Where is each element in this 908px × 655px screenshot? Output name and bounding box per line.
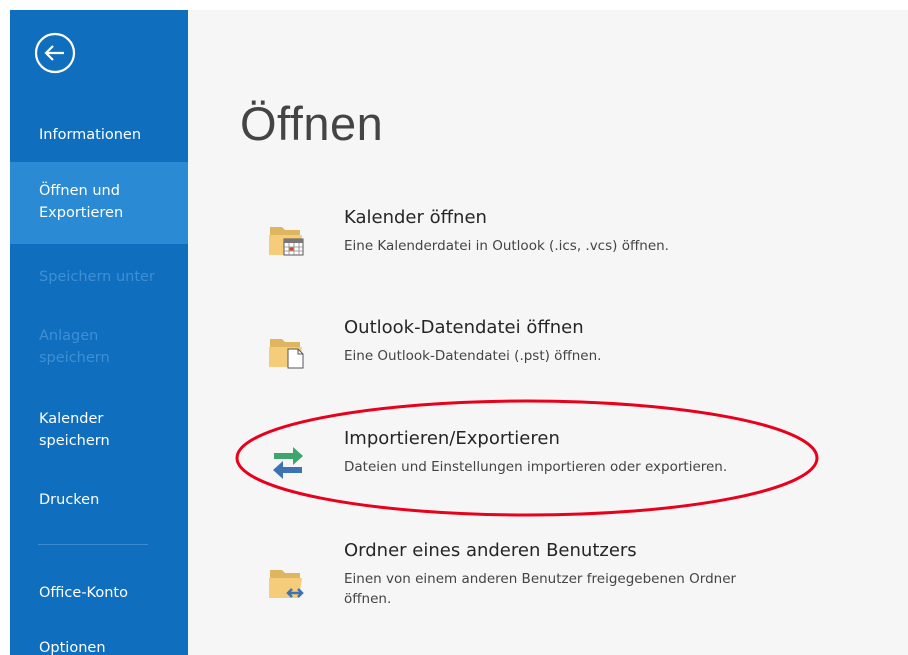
nav-item-speichern-unter: Speichern unter (10, 266, 188, 288)
nav-label-line-1: Kalender (39, 411, 104, 427)
nav-label: Speichern unter (39, 269, 155, 285)
nav-label-line-2: speichern (39, 350, 110, 366)
folder-file-icon (269, 339, 304, 369)
nav-label: Informationen (39, 127, 142, 143)
nav-label: Drucken (39, 492, 100, 508)
nav-item-optionen[interactable]: Optionen (10, 637, 188, 655)
nav-label-line-2: speichern (39, 433, 110, 449)
main-panel: Öffnen Kalender öffnen Eine Kalenderdate… (188, 10, 908, 655)
option-datendatei-oeffnen[interactable]: Outlook-Datendatei öffnen Eine Outlook-D… (258, 317, 818, 377)
backstage-window: Informationen Öffnen und Exportieren Spe… (10, 10, 908, 655)
option-description-line-1: Einen von einem anderen Benutzer freigeg… (344, 571, 737, 587)
nav-item-anlagen-speichern: Anlagen speichern (10, 325, 188, 369)
nav-label-line-1: Anlagen (39, 328, 99, 344)
nav-item-oeffnen-exportieren[interactable]: Öffnen und Exportieren (10, 162, 188, 244)
nav-item-office-konto[interactable]: Office-Konto (10, 582, 188, 604)
folder-shared-icon (269, 570, 304, 598)
option-title: Importieren/Exportieren (344, 428, 560, 449)
option-kalender-oeffnen[interactable]: Kalender öffnen Eine Kalenderdatei in Ou… (258, 207, 818, 267)
nav-divider (38, 544, 148, 545)
page-title: Öffnen (240, 97, 384, 150)
option-title: Ordner eines anderen Benutzers (344, 540, 637, 561)
nav-label-line-2: Exportieren (39, 205, 124, 221)
option-description-line-2: öffnen. (344, 591, 392, 607)
nav-label-line-1: Öffnen und (39, 183, 120, 199)
option-description: Dateien und Einstellungen importieren od… (344, 459, 728, 475)
option-ordner-anderer-benutzer[interactable]: Ordner eines anderen Benutzers Einen von… (258, 540, 818, 620)
import-export-arrows-icon (273, 447, 303, 479)
nav-label: Optionen (39, 640, 106, 655)
nav-item-informationen[interactable]: Informationen (10, 124, 188, 146)
nav-item-drucken[interactable]: Drucken (10, 489, 188, 511)
folder-calendar-icon (269, 227, 304, 256)
option-description: Eine Kalenderdatei in Outlook (.ics, .vc… (344, 238, 669, 254)
option-title: Kalender öffnen (344, 207, 487, 228)
nav-label: Office-Konto (39, 585, 128, 601)
back-button[interactable] (33, 31, 77, 75)
nav-item-kalender-speichern[interactable]: Kalender speichern (10, 408, 188, 452)
option-title: Outlook-Datendatei öffnen (344, 317, 584, 338)
option-importieren-exportieren[interactable]: Importieren/Exportieren Dateien und Eins… (258, 428, 818, 488)
option-description: Eine Outlook-Datendatei (.pst) öffnen. (344, 348, 602, 364)
back-arrow-icon (34, 32, 76, 74)
backstage-sidebar: Informationen Öffnen und Exportieren Spe… (10, 10, 188, 655)
